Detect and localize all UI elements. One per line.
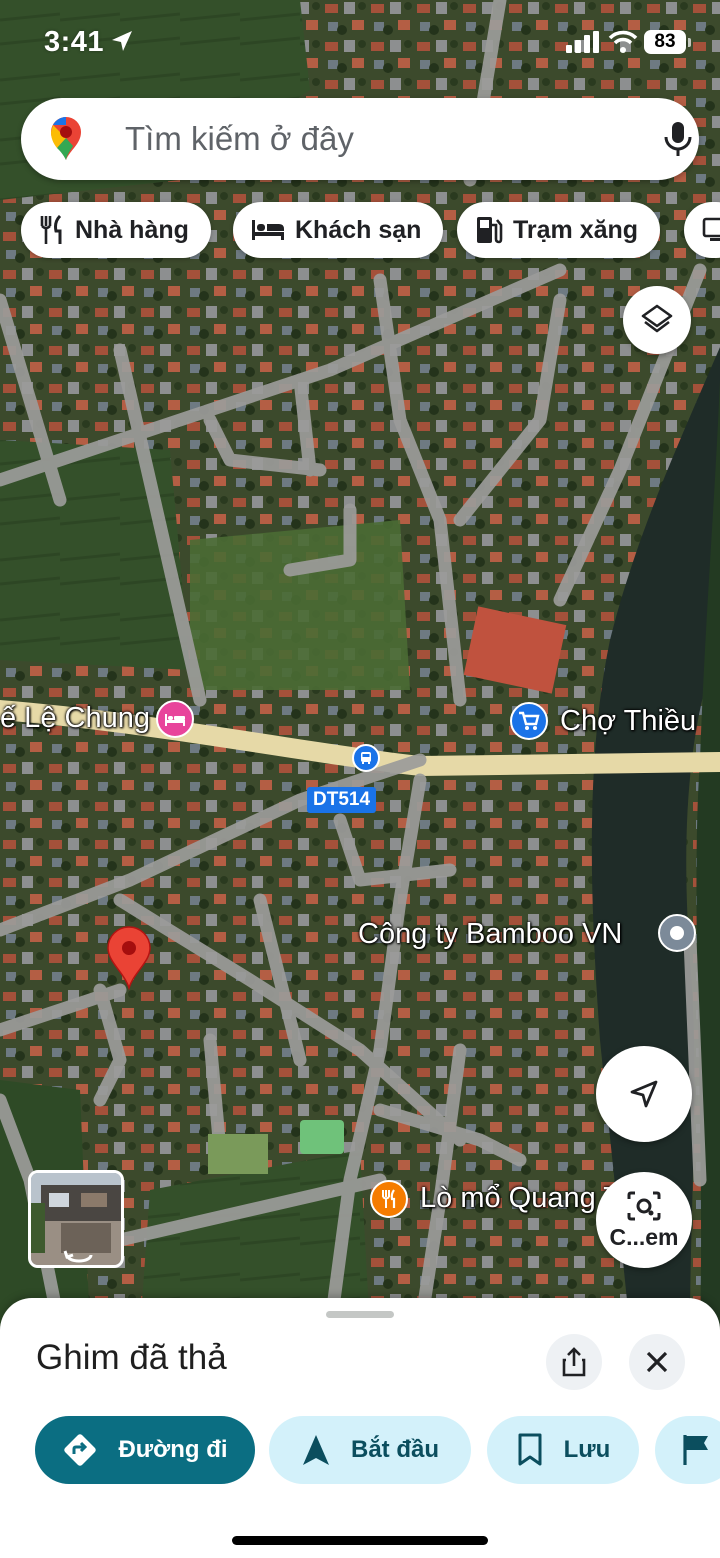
- battery-level: 83: [644, 30, 686, 54]
- chip-restaurants[interactable]: Nhà hàng: [21, 202, 211, 258]
- hotel-icon: [251, 218, 285, 242]
- chip-label: Khách sạn: [295, 215, 422, 244]
- save-label: Lưu: [563, 1436, 611, 1463]
- dropped-pin-icon[interactable]: [106, 926, 152, 990]
- status-time: 3:41: [44, 26, 105, 58]
- gas-station-icon: [475, 215, 503, 245]
- sheet-title: Ghim đã thả: [36, 1338, 227, 1377]
- directions-button[interactable]: Đường đi: [35, 1416, 255, 1484]
- wifi-icon: [608, 30, 638, 53]
- chip-hotels[interactable]: Khách sạn: [233, 202, 444, 258]
- home-indicator[interactable]: [232, 1536, 488, 1545]
- chip-gas-stations[interactable]: Trạm xăng: [457, 202, 661, 258]
- chip-label: Trạm xăng: [513, 215, 639, 244]
- chip-label: Nhà hàng: [75, 215, 189, 244]
- start-button[interactable]: Bắt đầu: [269, 1416, 471, 1484]
- camera-label: C...em: [609, 1223, 679, 1250]
- restaurant-icon: [39, 215, 65, 245]
- start-label: Bắt đầu: [350, 1436, 439, 1463]
- directions-icon: [62, 1432, 98, 1468]
- lens-camera-button[interactable]: C...em: [596, 1172, 692, 1268]
- share-button[interactable]: [546, 1334, 602, 1390]
- close-button[interactable]: [629, 1334, 685, 1390]
- street-view-thumbnail[interactable]: [28, 1170, 124, 1268]
- monitor-icon: [702, 217, 720, 243]
- road-shield-dt514: DT514: [307, 787, 377, 813]
- search-input[interactable]: Tìm kiếm ở đây: [125, 120, 354, 158]
- directions-label: Đường đi: [118, 1436, 228, 1463]
- sheet-drag-handle[interactable]: [326, 1311, 394, 1318]
- share-icon: [562, 1347, 586, 1377]
- restaurant-poi-icon[interactable]: [370, 1180, 408, 1218]
- shopping-cart-poi-icon[interactable]: [510, 702, 548, 740]
- cellular-signal-icon: [566, 31, 599, 53]
- microphone-icon[interactable]: [661, 120, 695, 158]
- navigate-arrow-icon: [301, 1433, 331, 1467]
- battery-tip: [688, 38, 691, 47]
- bamboo-vn-label[interactable]: Công ty Bamboo VN: [358, 918, 622, 951]
- navigation-arrow-icon: [630, 1080, 658, 1108]
- camera-search-icon: [627, 1191, 661, 1220]
- save-button[interactable]: Lưu: [487, 1416, 639, 1484]
- search-bar[interactable]: Tìm kiếm ở đây: [21, 98, 699, 180]
- location-arrow-icon: [112, 31, 132, 51]
- bus-stop-icon[interactable]: [352, 744, 380, 772]
- label-button[interactable]: [655, 1416, 720, 1484]
- status-bar: 3:41 83: [0, 0, 720, 90]
- cho-thieu-label[interactable]: Chợ Thiều: [560, 705, 696, 738]
- layers-button[interactable]: [623, 286, 691, 354]
- flag-icon: [681, 1433, 711, 1467]
- close-icon: [646, 1351, 668, 1373]
- google-maps-logo-icon: [51, 117, 81, 160]
- le-chung-label[interactable]: ế Lệ Chung: [0, 702, 150, 735]
- place-marker-icon[interactable]: [658, 914, 696, 952]
- bookmark-icon: [516, 1433, 544, 1467]
- hotel-poi-icon[interactable]: [156, 700, 194, 738]
- my-location-button[interactable]: [596, 1046, 692, 1142]
- layers-icon: [641, 304, 673, 333]
